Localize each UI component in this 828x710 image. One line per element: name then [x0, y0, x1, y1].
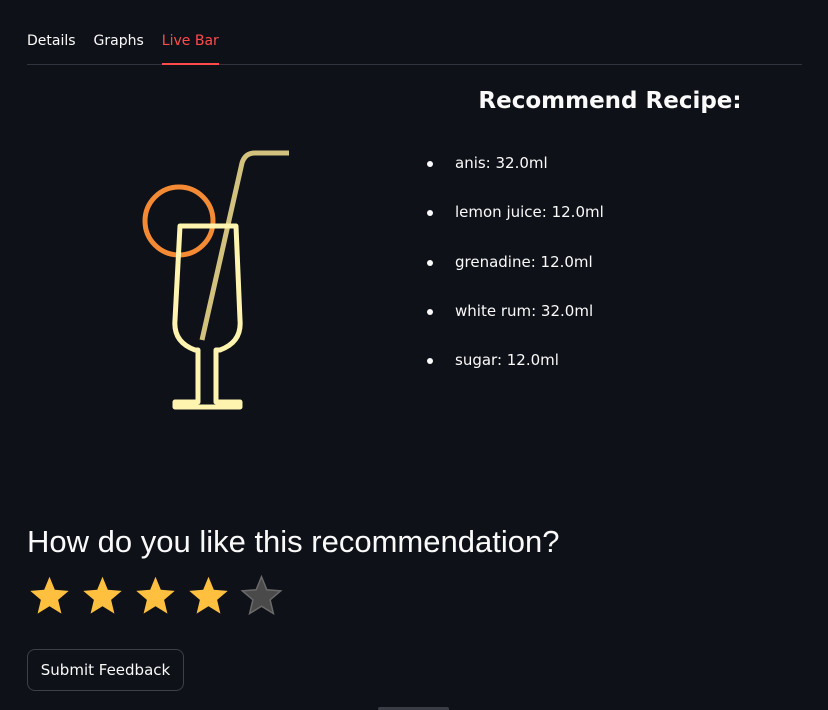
bullet-icon	[427, 358, 433, 364]
tab-graphs[interactable]: Graphs	[94, 24, 144, 64]
list-item: sugar: 12.0ml	[425, 348, 604, 397]
ingredient-text: white rum: 32.0ml	[455, 301, 594, 320]
ingredient-text: grenadine: 12.0ml	[455, 252, 593, 271]
submit-feedback-button[interactable]: Submit Feedback	[27, 649, 184, 691]
ingredient-text: anis: 32.0ml	[455, 154, 548, 172]
list-item: lemon juice: 12.0ml	[425, 200, 604, 249]
ingredient-text: sugar: 12.0ml	[455, 351, 559, 369]
star-rating	[27, 574, 284, 618]
star-icon-1[interactable]	[27, 574, 72, 618]
star-icon-5[interactable]	[239, 574, 284, 618]
app-root: Details Graphs Live Bar Recommend Recipe…	[0, 0, 828, 710]
bullet-icon	[427, 161, 433, 167]
bullet-icon	[427, 259, 433, 266]
list-item: anis: 32.0ml	[425, 151, 604, 200]
star-icon-3[interactable]	[133, 574, 178, 618]
bullet-icon	[427, 308, 433, 315]
ingredient-text: lemon juice: 12.0ml	[455, 203, 604, 222]
ingredient-list: anis: 32.0ml lemon juice: 12.0ml grenadi…	[425, 151, 604, 397]
list-item: grenadine: 12.0ml	[425, 250, 604, 299]
recipe-title: Recommend Recipe:	[478, 88, 742, 114]
bullet-icon	[427, 210, 433, 217]
tab-details[interactable]: Details	[27, 24, 76, 64]
tab-live-bar[interactable]: Live Bar	[161, 24, 219, 65]
star-icon-2[interactable]	[80, 574, 125, 618]
list-item: white rum: 32.0ml	[425, 299, 604, 348]
tab-bar: Details Graphs Live Bar	[27, 24, 802, 65]
star-shape	[83, 576, 122, 614]
star-shape	[136, 576, 175, 614]
star-shape	[240, 574, 283, 616]
star-shape	[189, 576, 228, 614]
star-icon-4[interactable]	[186, 574, 231, 618]
cocktail-glass-icon	[142, 150, 289, 410]
straw-shape	[199, 150, 289, 341]
feedback-question: How do you like this recommendation?	[27, 524, 560, 559]
star-shape	[30, 576, 69, 614]
